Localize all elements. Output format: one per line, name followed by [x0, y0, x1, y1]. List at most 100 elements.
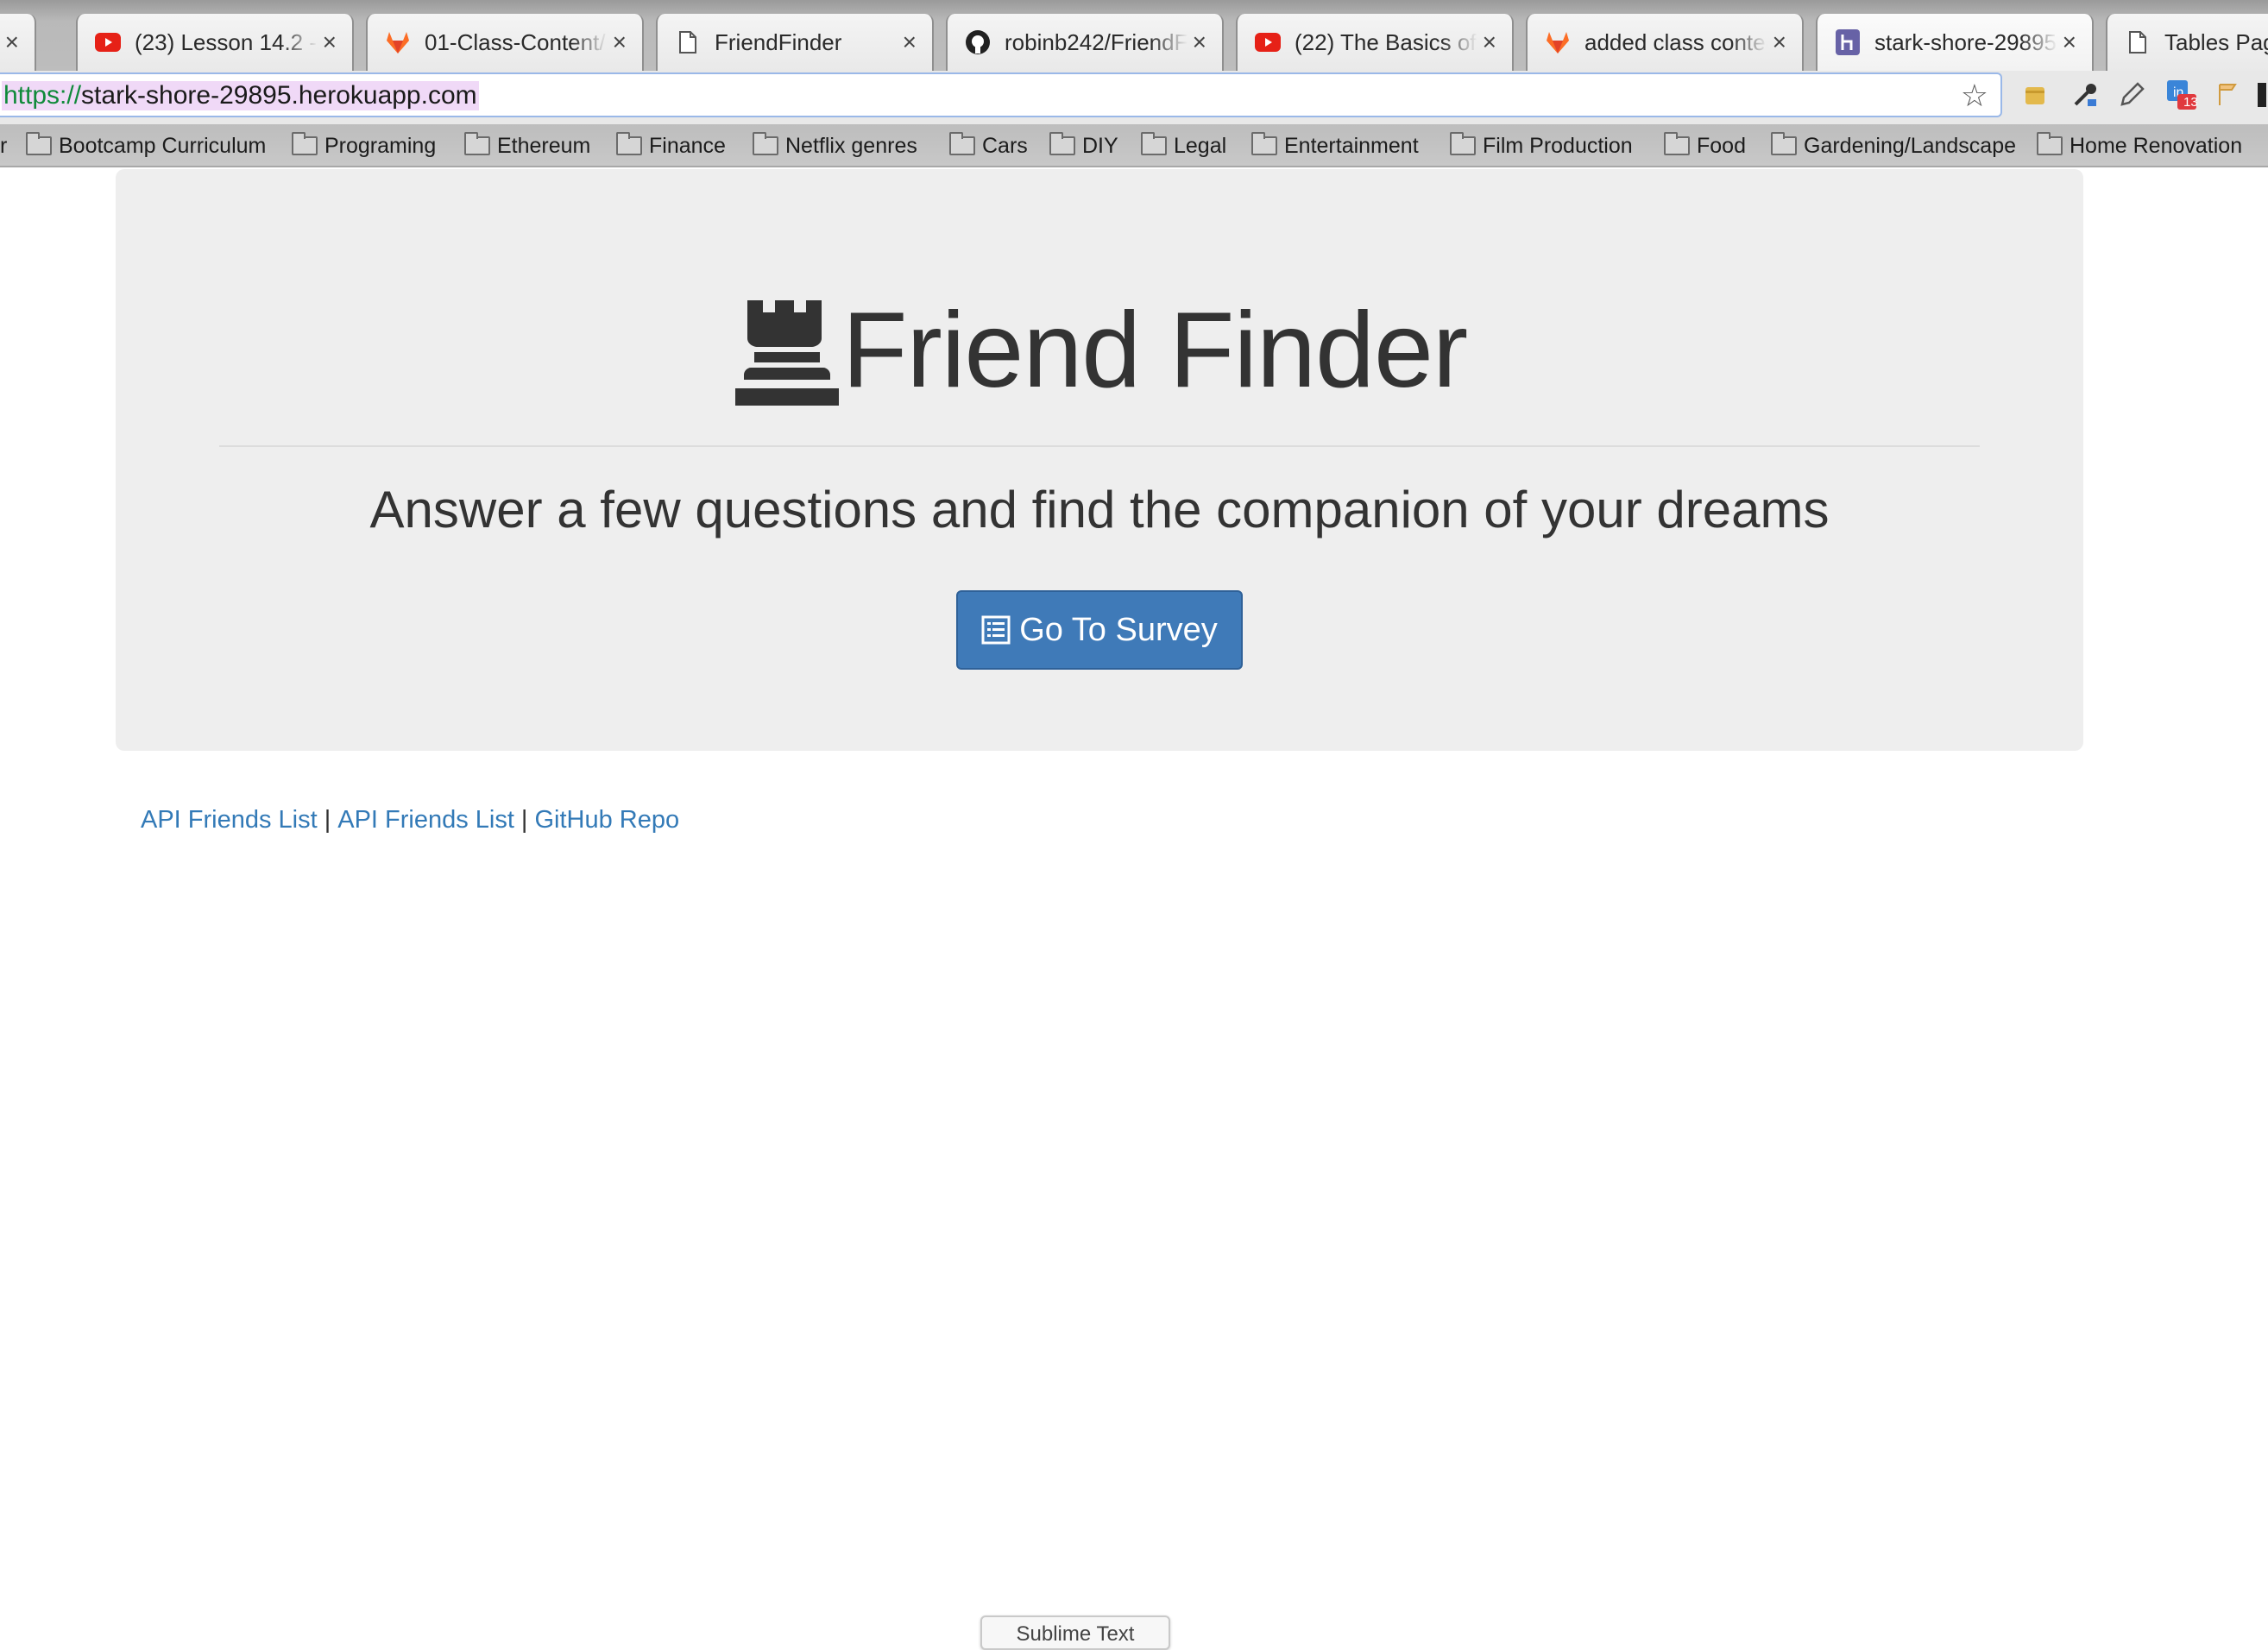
- bookmark-label: Legal: [1174, 133, 1227, 158]
- folder-icon: [949, 132, 975, 155]
- gitlab-icon: [385, 29, 411, 55]
- browser-toolbar: https://stark-shore-29895.herokuapp.com …: [0, 71, 2268, 124]
- bookmark-label: Cars: [982, 133, 1028, 158]
- folder-icon: [753, 132, 778, 155]
- bookmark-item[interactable]: Ethereum: [464, 131, 590, 161]
- browser-tab[interactable]: FriendFinder ×: [656, 14, 934, 71]
- bookmark-item[interactable]: Cars: [949, 131, 1028, 161]
- bookmark-item[interactable]: Bootcamp Curriculum: [26, 131, 266, 161]
- bookmark-item[interactable]: Programing: [292, 131, 436, 161]
- bookmark-item[interactable]: r: [0, 131, 7, 161]
- link-separator: |: [324, 806, 331, 834]
- flag-extension-icon[interactable]: [2211, 78, 2246, 112]
- eyedropper-icon[interactable]: [2068, 78, 2102, 112]
- tab-title: 01-Class-Content/1: [425, 28, 608, 55]
- browser-tab[interactable]: /pa×: [0, 14, 36, 71]
- jumbotron: Friend Finder Answer a few questions and…: [116, 169, 2083, 751]
- link-separator: |: [520, 806, 528, 834]
- github-repo-link[interactable]: GitHub Repo: [534, 806, 679, 834]
- folder-icon: [464, 132, 490, 155]
- browser-tab[interactable]: (22) The Basics of U×: [1236, 14, 1514, 71]
- tab-title: (23) Lesson 14.2 - W: [135, 28, 318, 55]
- folder-icon: [1141, 132, 1167, 155]
- address-bar[interactable]: https://stark-shore-29895.herokuapp.com …: [0, 72, 2002, 117]
- browser-tab[interactable]: added class content ×: [1526, 14, 1804, 71]
- close-tab-icon[interactable]: ×: [1193, 28, 1206, 56]
- bookmark-item[interactable]: Finance: [616, 131, 726, 161]
- close-tab-icon[interactable]: ×: [5, 28, 19, 56]
- bookmark-label: Home Renovation: [2070, 133, 2243, 158]
- api-friends-link-2[interactable]: API Friends List: [337, 806, 514, 834]
- bookmark-label: r: [0, 133, 8, 158]
- close-tab-icon[interactable]: ×: [2063, 28, 2076, 56]
- youtube-icon: [1255, 29, 1281, 55]
- bookmark-item[interactable]: Netflix genres: [753, 131, 917, 161]
- folder-icon: [616, 132, 642, 155]
- tab-title: robinb242/FriendFin: [1005, 28, 1188, 55]
- close-tab-icon[interactable]: ×: [613, 28, 627, 56]
- list-icon: [981, 615, 1011, 645]
- tab-title: FriendFinder: [715, 28, 842, 55]
- folder-icon: [26, 132, 52, 155]
- close-tab-icon[interactable]: ×: [1483, 28, 1496, 56]
- bookmark-label: Film Production: [1483, 133, 1633, 158]
- browser-tab[interactable]: (23) Lesson 14.2 - W×: [76, 14, 354, 71]
- page-icon: [675, 29, 701, 55]
- youtube-icon: [95, 29, 121, 55]
- extension-note-icon[interactable]: [2018, 78, 2052, 112]
- tab-strip: /pa×(23) Lesson 14.2 - W×01-Class-Conten…: [0, 0, 2268, 71]
- browser-tab[interactable]: 01-Class-Content/1 ×: [366, 14, 644, 71]
- pencil-icon[interactable]: [2114, 78, 2149, 112]
- go-to-survey-label: Go To Survey: [1019, 611, 1218, 648]
- page-title: Friend Finder: [841, 291, 1468, 410]
- close-tab-icon[interactable]: ×: [1773, 28, 1786, 56]
- tab-title: (22) The Basics of U: [1295, 28, 1477, 55]
- bookmark-label: Bootcamp Curriculum: [59, 133, 267, 158]
- bookmark-label: Gardening/Landscape: [1804, 133, 2017, 158]
- dock-tooltip: Sublime Text: [980, 1615, 1170, 1650]
- rook-icon: [734, 300, 839, 406]
- url-text[interactable]: https://stark-shore-29895.herokuapp.com: [2, 81, 479, 110]
- bookmarks-bar: r Bootcamp Curriculum Programing Ethereum Fi…: [0, 124, 2268, 167]
- folder-icon: [1771, 132, 1797, 155]
- github-icon: [965, 29, 991, 55]
- browser-tab[interactable]: robinb242/FriendFin ×: [946, 14, 1224, 71]
- folder-icon: [292, 132, 318, 155]
- api-friends-link[interactable]: API Friends List: [141, 806, 318, 834]
- bookmark-item[interactable]: Entertainment: [1251, 131, 1419, 161]
- tab-title: stark-shore-29895: [1874, 28, 2057, 55]
- close-tab-icon[interactable]: ×: [323, 28, 337, 56]
- calendar-extension-icon[interactable]: in 13: [2164, 78, 2199, 112]
- folder-icon: [1049, 132, 1075, 155]
- bookmark-label: Food: [1697, 133, 1746, 158]
- bookmark-item[interactable]: Legal: [1141, 131, 1226, 161]
- close-tab-icon[interactable]: ×: [903, 28, 917, 56]
- page-heading: Friend Finder: [116, 271, 2083, 409]
- bookmark-label: Ethereum: [497, 133, 591, 158]
- bookmark-item[interactable]: DIY: [1049, 131, 1118, 161]
- browser-tab[interactable]: stark-shore-29895 ×: [1816, 14, 2094, 71]
- tab-title: added class content: [1584, 28, 1767, 55]
- page-icon: [2125, 29, 2151, 55]
- bookmark-label: Entertainment: [1284, 133, 1419, 158]
- bookmark-label: Netflix genres: [785, 133, 917, 158]
- bookmark-item[interactable]: Gardening/Landscape: [1771, 131, 2016, 161]
- menu-icon[interactable]: [2254, 78, 2268, 112]
- bookmark-label: Finance: [649, 133, 726, 158]
- bookmark-item[interactable]: Food: [1664, 131, 1746, 161]
- bookmark-item[interactable]: Film Production: [1450, 131, 1633, 161]
- bookmark-label: Programing: [324, 133, 437, 158]
- folder-icon: [1664, 132, 1690, 155]
- go-to-survey-button[interactable]: Go To Survey: [956, 590, 1243, 670]
- heroku-icon: [1835, 29, 1861, 55]
- folder-icon: [2037, 132, 2063, 155]
- footer-links: API Friends List | API Friends List | GitHub…: [141, 804, 679, 835]
- tab-title: Tables Page: [2164, 28, 2268, 55]
- bookmark-label: DIY: [1082, 133, 1118, 158]
- extension-badge: 13: [2183, 95, 2198, 110]
- browser-tab[interactable]: Tables Page: [2106, 14, 2268, 71]
- bookmark-star-icon[interactable]: ☆: [1961, 78, 1988, 114]
- bookmark-item[interactable]: Home Renovation: [2037, 131, 2242, 161]
- folder-icon: [1251, 132, 1277, 155]
- folder-icon: [1450, 132, 1476, 155]
